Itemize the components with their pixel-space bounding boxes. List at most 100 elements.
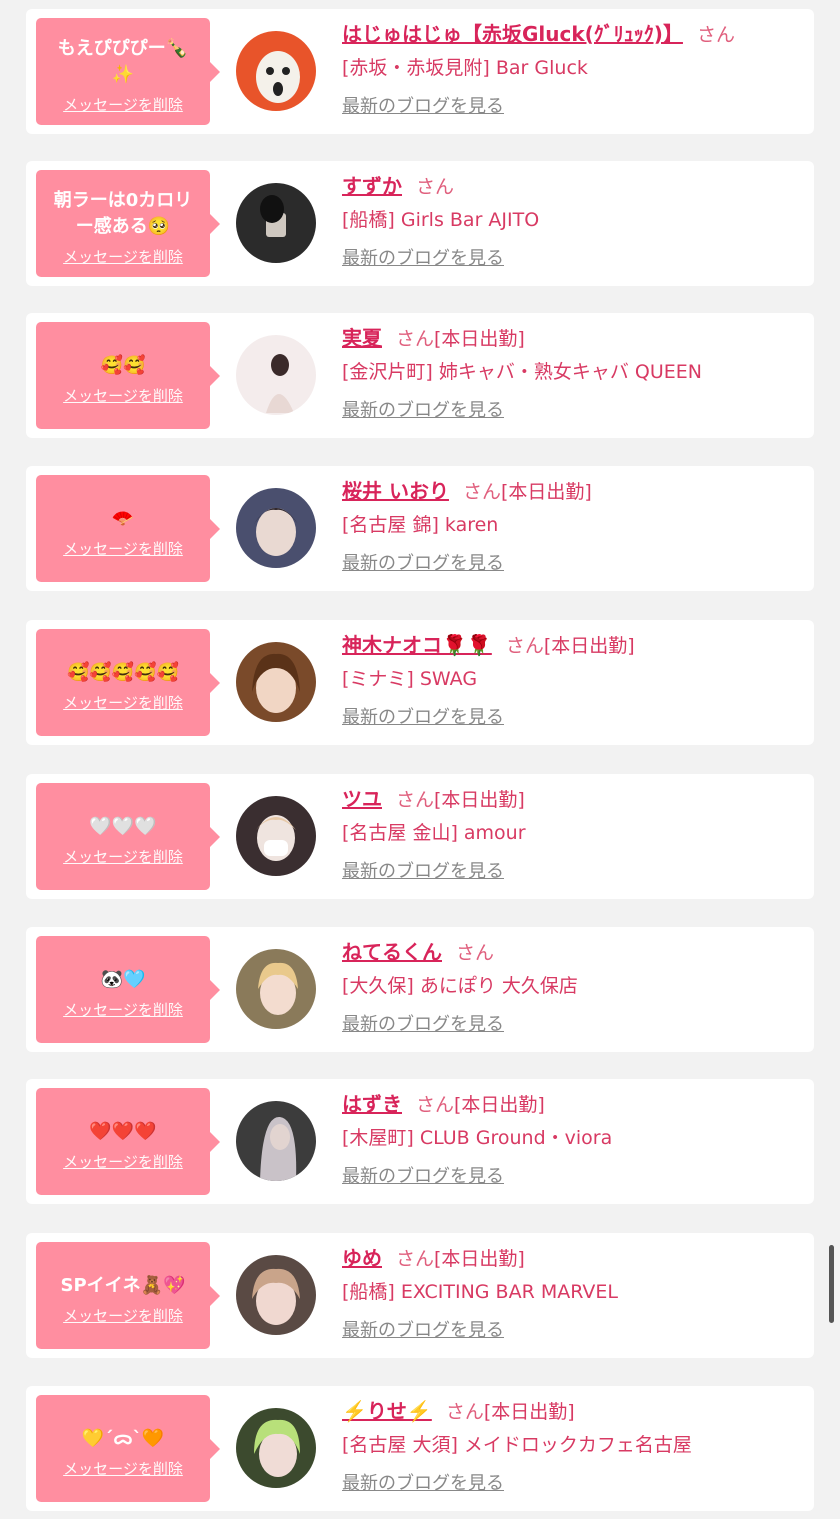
honorific: さん <box>396 1248 435 1270</box>
list-item: 🪭 メッセージを削除 桜井 いおり さん[本日出勤] [名古屋 錦] karen … <box>26 466 814 591</box>
delete-message-link[interactable]: メッセージを削除 <box>63 1305 183 1326</box>
shop-name: [名古屋 金山] amour <box>342 822 526 844</box>
latest-blog-link[interactable]: 最新のブログを見る <box>342 1010 504 1036</box>
delete-message-link[interactable]: メッセージを削除 <box>63 1458 183 1479</box>
latest-blog-link[interactable]: 最新のブログを見る <box>342 1316 504 1342</box>
honorific: さん <box>456 942 495 964</box>
shop-name: [大久保] あにぽり 大久保店 <box>342 975 578 997</box>
shop-name: [名古屋 大須] メイドロックカフェ名古屋 <box>342 1434 692 1456</box>
cast-info: ねてるくん さん [大久保] あにぽり 大久保店 最新のブログを見る <box>342 937 806 1036</box>
shop-name: [赤坂・赤坂見附] Bar Gluck <box>342 57 588 79</box>
delete-message-link[interactable]: メッセージを削除 <box>63 94 183 115</box>
honorific: さん <box>396 328 435 350</box>
name-row: ゆめ さん[本日出勤] <box>342 1243 806 1274</box>
avatar[interactable] <box>236 1408 316 1488</box>
message-text: 🤍🤍🤍 <box>89 816 157 837</box>
shop-name: [木屋町] CLUB Ground・viora <box>342 1127 613 1149</box>
message-text: 🥰🥰🥰🥰🥰 <box>66 662 180 683</box>
delete-message-link[interactable]: メッセージを削除 <box>63 385 183 406</box>
message-bubble: もえぴぴぴー🍾 ✨ メッセージを削除 <box>36 18 220 125</box>
cast-name-link[interactable]: はずき <box>342 1092 402 1116</box>
cast-info: 桜井 いおり さん[本日出勤] [名古屋 錦] karen 最新のブログを見る <box>342 476 806 575</box>
avatar[interactable] <box>236 796 316 876</box>
working-today-badge: [本日出勤] <box>483 1401 575 1423</box>
honorific: さん <box>416 176 455 198</box>
message-text: 🥰🥰 <box>100 355 146 376</box>
honorific: さん <box>396 789 435 811</box>
latest-blog-link[interactable]: 最新のブログを見る <box>342 857 504 883</box>
avatar[interactable] <box>236 488 316 568</box>
list-item: もえぴぴぴー🍾 ✨ メッセージを削除 はじゅはじゅ【赤坂Gluck(ｸﾞﾘｭｯｸ… <box>26 9 814 134</box>
cast-info: ツユ さん[本日出勤] [名古屋 金山] amour 最新のブログを見る <box>342 784 806 883</box>
avatar[interactable] <box>236 183 316 263</box>
honorific: さん <box>416 1094 455 1116</box>
list-item: 💛ˊᯅˋ🧡 メッセージを削除 ⚡️りせ⚡️ さん[本日出勤] [名古屋 大須] メ… <box>26 1386 814 1511</box>
avatar[interactable] <box>236 335 316 415</box>
delete-message-link[interactable]: メッセージを削除 <box>63 999 183 1020</box>
working-today-badge: [本日出勤] <box>434 789 525 811</box>
list-item: 🤍🤍🤍 メッセージを削除 ツユ さん[本日出勤] [名古屋 金山] amour 最… <box>26 774 814 899</box>
delete-message-link[interactable]: メッセージを削除 <box>63 246 183 267</box>
shop-name: [金沢片町] 姉キャバ・熟女キャバ QUEEN <box>342 361 702 383</box>
scrollbar[interactable] <box>829 1245 834 1323</box>
message-bubble: 🪭 メッセージを削除 <box>36 475 220 582</box>
delete-message-link[interactable]: メッセージを削除 <box>63 1151 183 1172</box>
cast-info: はずき さん[本日出勤] [木屋町] CLUB Ground・viora 最新のブ… <box>342 1089 806 1188</box>
working-today-badge: [本日出勤] <box>434 1248 525 1270</box>
shop-name: [名古屋 錦] karen <box>342 514 499 536</box>
message-bubble: SPイイネ🧸💖 メッセージを削除 <box>36 1242 220 1349</box>
cast-info: 神木ナオコ🌹🌹 さん[本日出勤] [ミナミ] SWAG 最新のブログを見る <box>342 630 806 729</box>
name-row: ねてるくん さん <box>342 937 806 968</box>
avatar[interactable] <box>236 1101 316 1181</box>
delete-message-link[interactable]: メッセージを削除 <box>63 538 183 559</box>
latest-blog-link[interactable]: 最新のブログを見る <box>342 1469 504 1495</box>
message-text: SPイイネ🧸💖 <box>60 1275 186 1296</box>
message-text: もえぴぴぴー🍾 ✨ <box>57 38 189 85</box>
name-row: ⚡️りせ⚡️ さん[本日出勤] <box>342 1396 806 1427</box>
delete-message-link[interactable]: メッセージを削除 <box>63 846 183 867</box>
latest-blog-link[interactable]: 最新のブログを見る <box>342 92 504 118</box>
latest-blog-link[interactable]: 最新のブログを見る <box>342 1162 504 1188</box>
message-bubble: 🥰🥰🥰🥰🥰 メッセージを削除 <box>36 629 220 736</box>
name-row: 桜井 いおり さん[本日出勤] <box>342 476 806 507</box>
avatar[interactable] <box>236 642 316 722</box>
avatar[interactable] <box>236 1255 316 1335</box>
cast-name-link[interactable]: ⚡️りせ⚡️ <box>342 1399 432 1423</box>
avatar[interactable] <box>236 949 316 1029</box>
cast-name-link[interactable]: すずか <box>342 174 402 198</box>
working-today-badge: [本日出勤] <box>543 635 635 657</box>
honorific: さん <box>445 1401 484 1423</box>
list-item: 🥰🥰🥰🥰🥰 メッセージを削除 神木ナオコ🌹🌹 さん[本日出勤] [ミナミ] SWA… <box>26 620 814 745</box>
cast-name-link[interactable]: 神木ナオコ🌹🌹 <box>342 633 492 657</box>
cast-name-link[interactable]: ゆめ <box>342 1246 382 1270</box>
message-text: 💛ˊᯅˋ🧡 <box>81 1428 165 1449</box>
name-row: 実夏 さん[本日出勤] <box>342 323 806 354</box>
latest-blog-link[interactable]: 最新のブログを見る <box>342 549 504 575</box>
message-bubble: 🥰🥰 メッセージを削除 <box>36 322 220 429</box>
shop-name: [ミナミ] SWAG <box>342 668 478 690</box>
shop-name: [船橋] EXCITING BAR MARVEL <box>342 1281 618 1303</box>
message-text: 朝ラーは0カロリー感ある🥺 <box>53 190 193 237</box>
honorific: さん <box>696 24 735 46</box>
cast-info: ⚡️りせ⚡️ さん[本日出勤] [名古屋 大須] メイドロックカフェ名古屋 最新の… <box>342 1396 806 1495</box>
message-text: ❤️❤️❤️ <box>89 1121 157 1142</box>
delete-message-link[interactable]: メッセージを削除 <box>63 692 183 713</box>
latest-blog-link[interactable]: 最新のブログを見る <box>342 703 504 729</box>
name-row: ツユ さん[本日出勤] <box>342 784 806 815</box>
message-bubble: 🤍🤍🤍 メッセージを削除 <box>36 783 220 890</box>
cast-name-link[interactable]: はじゅはじゅ【赤坂Gluck(ｸﾞﾘｭｯｸ)】 <box>342 22 683 46</box>
cast-name-link[interactable]: 桜井 いおり <box>342 479 449 503</box>
avatar[interactable] <box>236 31 316 111</box>
cast-info: すずか さん [船橋] Girls Bar AJITO 最新のブログを見る <box>342 171 806 270</box>
list-item: ❤️❤️❤️ メッセージを削除 はずき さん[本日出勤] [木屋町] CLUB G… <box>26 1079 814 1204</box>
working-today-badge: [本日出勤] <box>434 328 525 350</box>
message-text: 🐼🩵 <box>100 969 146 990</box>
message-bubble: 朝ラーは0カロリー感ある🥺 メッセージを削除 <box>36 170 220 277</box>
cast-info: ゆめ さん[本日出勤] [船橋] EXCITING BAR MARVEL 最新のブ… <box>342 1243 806 1342</box>
latest-blog-link[interactable]: 最新のブログを見る <box>342 244 504 270</box>
latest-blog-link[interactable]: 最新のブログを見る <box>342 396 504 422</box>
list-item: 朝ラーは0カロリー感ある🥺 メッセージを削除 すずか さん [船橋] Girls … <box>26 161 814 286</box>
cast-name-link[interactable]: ねてるくん <box>342 940 442 964</box>
cast-name-link[interactable]: ツユ <box>342 787 382 811</box>
cast-name-link[interactable]: 実夏 <box>342 326 382 350</box>
